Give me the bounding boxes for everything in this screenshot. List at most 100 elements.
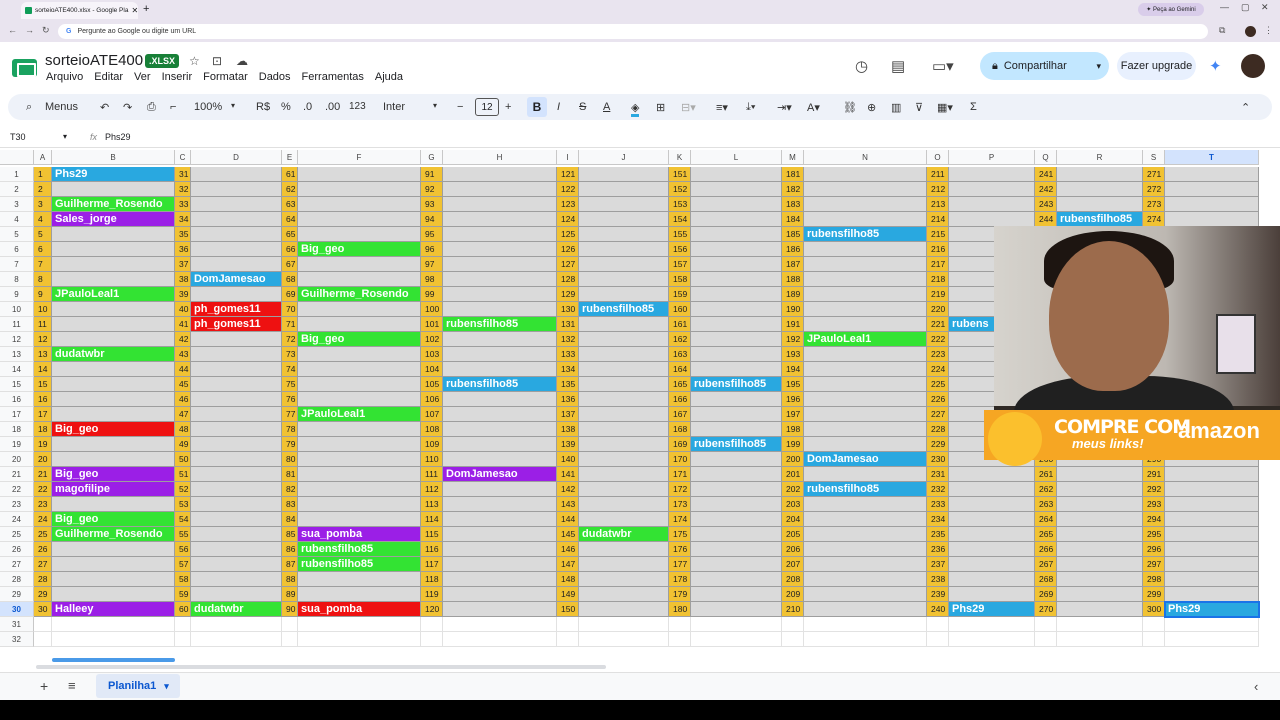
number-cell[interactable]: 23 — [34, 497, 52, 512]
empty-name-cell[interactable] — [804, 197, 927, 212]
empty-name-cell[interactable] — [52, 317, 175, 332]
number-cell[interactable]: 208 — [782, 572, 804, 587]
empty-name-cell[interactable] — [443, 572, 557, 587]
number-cell[interactable]: 62 — [282, 182, 298, 197]
sheet-tab-planilha1[interactable]: Planilha1 ▾ — [96, 674, 180, 698]
number-cell[interactable]: 239 — [927, 587, 949, 602]
empty-name-cell[interactable] — [298, 392, 421, 407]
empty-name-cell[interactable] — [691, 602, 782, 617]
empty-name-cell[interactable] — [443, 302, 557, 317]
number-cell[interactable]: 122 — [557, 182, 579, 197]
number-cell[interactable]: 135 — [557, 377, 579, 392]
empty-name-cell[interactable] — [191, 287, 282, 302]
empty-name-cell[interactable] — [191, 407, 282, 422]
number-cell[interactable]: 82 — [282, 482, 298, 497]
empty-name-cell[interactable] — [1057, 572, 1143, 587]
number-cell[interactable]: 206 — [782, 542, 804, 557]
number-cell[interactable]: 16 — [34, 392, 52, 407]
insert-link-icon[interactable]: ⛓ — [843, 101, 857, 114]
number-cell[interactable]: 129 — [557, 287, 579, 302]
empty-name-cell[interactable] — [443, 557, 557, 572]
number-cell[interactable]: 171 — [669, 467, 691, 482]
number-cell[interactable]: 125 — [557, 227, 579, 242]
row-header[interactable]: 24 — [0, 512, 34, 527]
row-header[interactable]: 29 — [0, 587, 34, 602]
number-cell[interactable]: 138 — [557, 422, 579, 437]
number-cell[interactable]: 150 — [557, 602, 579, 617]
empty-name-cell[interactable] — [691, 422, 782, 437]
empty-name-cell[interactable] — [579, 392, 669, 407]
number-cell[interactable]: 234 — [927, 512, 949, 527]
number-cell[interactable]: 237 — [927, 557, 949, 572]
number-cell[interactable]: 145 — [557, 527, 579, 542]
name-cell[interactable]: rubensfilho85 — [298, 557, 421, 572]
empty-name-cell[interactable] — [579, 467, 669, 482]
number-cell[interactable]: 300 — [1143, 602, 1165, 617]
empty-name-cell[interactable] — [52, 587, 175, 602]
name-cell[interactable]: Big_geo — [298, 242, 421, 257]
row-header[interactable]: 18 — [0, 422, 34, 437]
empty-name-cell[interactable] — [691, 272, 782, 287]
redo-icon[interactable]: ↷ — [123, 101, 132, 114]
row-header[interactable]: 10 — [0, 302, 34, 317]
empty-name-cell[interactable] — [1057, 542, 1143, 557]
empty-name-cell[interactable] — [1165, 212, 1259, 227]
number-cell[interactable]: 29 — [34, 587, 52, 602]
number-cell[interactable]: 244 — [1035, 212, 1057, 227]
empty-name-cell[interactable] — [443, 482, 557, 497]
number-cell[interactable]: 1 — [34, 167, 52, 182]
empty-name-cell[interactable] — [52, 572, 175, 587]
number-cell[interactable]: 154 — [669, 212, 691, 227]
empty-name-cell[interactable] — [1165, 527, 1259, 542]
number-cell[interactable]: 130 — [557, 302, 579, 317]
empty-name-cell[interactable] — [949, 557, 1035, 572]
empty-name-cell[interactable] — [298, 422, 421, 437]
number-cell[interactable]: 213 — [927, 197, 949, 212]
font-dropdown-icon[interactable]: ▾ — [433, 101, 437, 110]
number-cell[interactable]: 210 — [782, 602, 804, 617]
empty-cell[interactable] — [1035, 617, 1057, 632]
empty-name-cell[interactable] — [579, 272, 669, 287]
empty-name-cell[interactable] — [804, 587, 927, 602]
zoom-dropdown-icon[interactable]: ▾ — [231, 101, 235, 110]
row-header[interactable]: 20 — [0, 452, 34, 467]
name-cell[interactable]: Phs29 — [949, 602, 1035, 617]
number-cell[interactable]: 144 — [557, 512, 579, 527]
filter-views-icon[interactable]: ▦▾ — [937, 101, 953, 114]
empty-name-cell[interactable] — [443, 182, 557, 197]
number-cell[interactable]: 172 — [669, 482, 691, 497]
empty-name-cell[interactable] — [191, 467, 282, 482]
empty-cell[interactable] — [804, 632, 927, 647]
number-cell[interactable]: 70 — [282, 302, 298, 317]
number-cell[interactable]: 115 — [421, 527, 443, 542]
empty-name-cell[interactable] — [691, 332, 782, 347]
number-cell[interactable]: 224 — [927, 362, 949, 377]
number-cell[interactable]: 186 — [782, 242, 804, 257]
name-cell[interactable]: Big_geo — [52, 467, 175, 482]
maximize-icon[interactable]: ▢ — [1241, 2, 1250, 13]
empty-name-cell[interactable] — [691, 587, 782, 602]
empty-name-cell[interactable] — [298, 452, 421, 467]
number-cell[interactable]: 228 — [927, 422, 949, 437]
number-cell[interactable]: 53 — [175, 497, 191, 512]
merge-cells-icon[interactable]: ⊟▾ — [681, 101, 696, 114]
row-header[interactable]: 1 — [0, 167, 34, 182]
number-cell[interactable]: 33 — [175, 197, 191, 212]
borders-icon[interactable]: ⊞ — [656, 101, 665, 114]
column-header-p[interactable]: P — [949, 150, 1035, 165]
number-cell[interactable]: 48 — [175, 422, 191, 437]
number-cell[interactable]: 8 — [34, 272, 52, 287]
empty-name-cell[interactable] — [804, 287, 927, 302]
number-cell[interactable]: 131 — [557, 317, 579, 332]
empty-name-cell[interactable] — [804, 407, 927, 422]
empty-name-cell[interactable] — [1057, 167, 1143, 182]
number-cell[interactable]: 69 — [282, 287, 298, 302]
text-rotation-icon[interactable]: A▾ — [807, 101, 820, 114]
empty-name-cell[interactable] — [579, 377, 669, 392]
profile-avatar-icon[interactable] — [1245, 26, 1256, 37]
empty-name-cell[interactable] — [191, 452, 282, 467]
empty-name-cell[interactable] — [191, 197, 282, 212]
number-cell[interactable]: 298 — [1143, 572, 1165, 587]
empty-name-cell[interactable] — [1057, 182, 1143, 197]
all-sheets-button[interactable]: ≡ — [68, 678, 76, 693]
